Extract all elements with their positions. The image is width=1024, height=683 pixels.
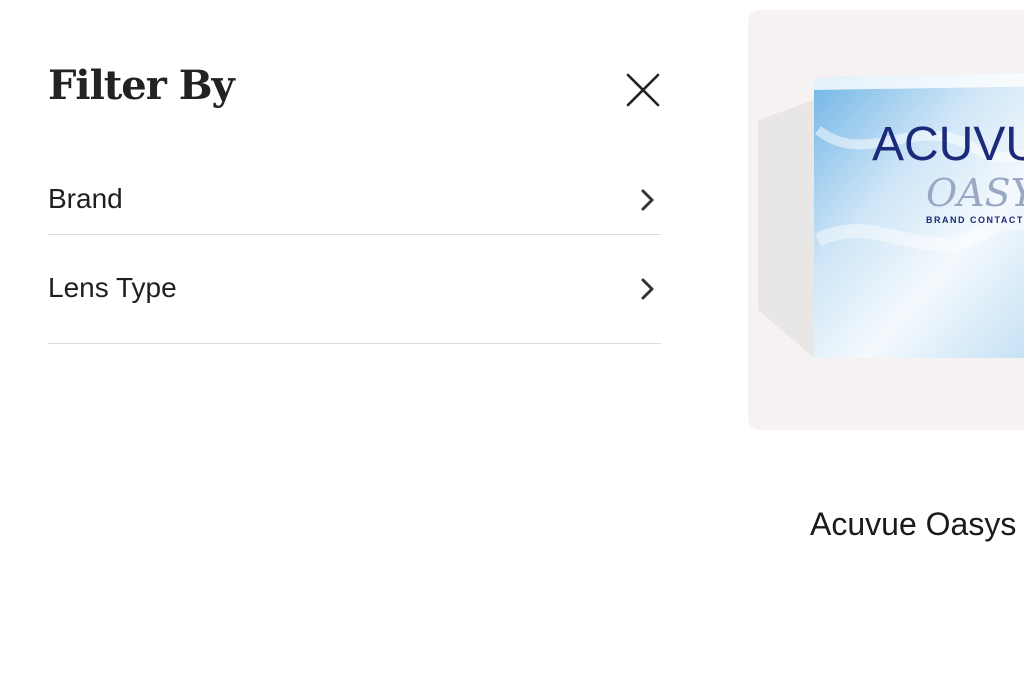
close-button[interactable] bbox=[625, 72, 661, 108]
product-image: ACUVUE OASYS BRAND CONTACT LENSES bbox=[758, 73, 1024, 358]
box-brand-text: ACUVUE bbox=[872, 118, 1024, 171]
product-name[interactable]: Acuvue Oasys bbox=[810, 506, 1016, 543]
product-card[interactable]: ACUVUE OASYS BRAND CONTACT LENSES bbox=[748, 10, 1024, 430]
box-sub-text: OASYS bbox=[926, 171, 1024, 215]
filter-header: Filter By bbox=[48, 56, 661, 126]
filter-title: Filter By bbox=[48, 62, 235, 109]
page: Filter By Brand Lens Type ACUVU OAS BRAN… bbox=[0, 0, 1024, 683]
filter-panel: Filter By Brand Lens Type bbox=[48, 56, 661, 344]
filter-item-brand[interactable]: Brand bbox=[48, 134, 661, 235]
chevron-right-icon bbox=[641, 278, 654, 300]
box-tagline: BRAND CONTACT LENSES bbox=[926, 215, 1024, 225]
filter-list: Brand Lens Type bbox=[48, 134, 661, 344]
chevron-right-icon bbox=[641, 189, 654, 211]
close-icon bbox=[626, 73, 660, 107]
filter-item-lens-type[interactable]: Lens Type bbox=[48, 235, 661, 344]
filter-item-label: Brand bbox=[48, 183, 123, 214]
filter-item-label: Lens Type bbox=[48, 272, 177, 303]
